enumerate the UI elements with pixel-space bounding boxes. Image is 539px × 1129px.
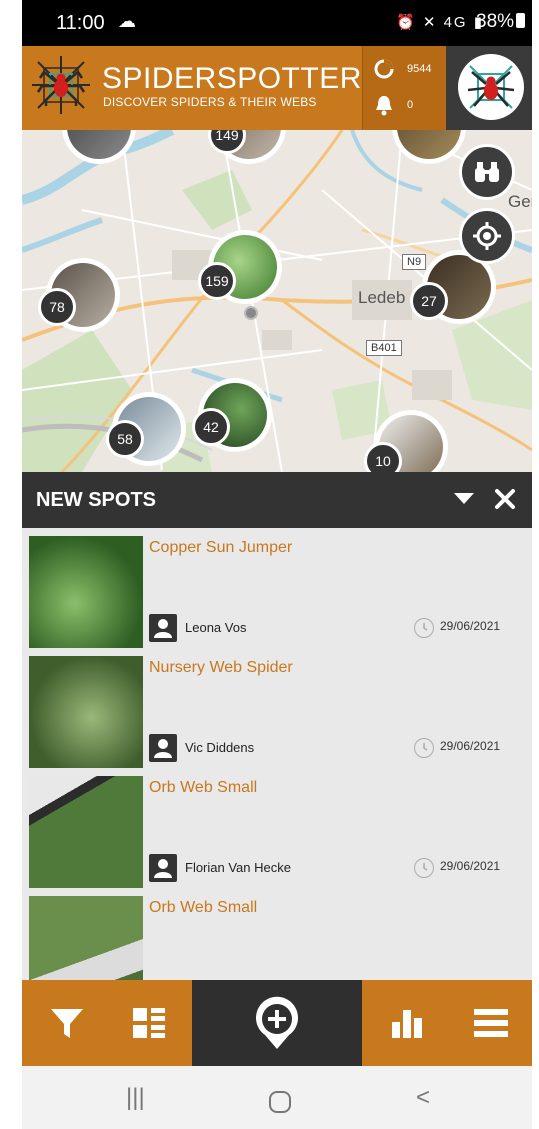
- spot-thumbnail[interactable]: [29, 656, 143, 768]
- add-spot-panel: [192, 980, 362, 1066]
- bottom-nav: [22, 980, 532, 1066]
- spot-name[interactable]: Copper Sun Jumper: [149, 539, 292, 557]
- spot-date: 29/06/2021: [440, 619, 501, 633]
- spot-thumbnail[interactable]: [29, 776, 143, 888]
- spider-logo-icon[interactable]: [28, 52, 94, 118]
- spots-count: 9544: [407, 63, 432, 75]
- statistics-icon: [392, 1010, 422, 1038]
- menu-button[interactable]: [468, 980, 514, 1066]
- list-view-icon: [133, 1008, 165, 1038]
- panel-title: NEW SPOTS: [36, 489, 157, 511]
- map-place-label: Ledeb: [358, 288, 406, 307]
- binoculars-icon: [475, 162, 499, 182]
- battery-indicator: 38%: [476, 11, 526, 33]
- binoculars-button[interactable]: [459, 144, 515, 200]
- cluster-photo: [67, 130, 131, 159]
- counters-box[interactable]: 9544 0: [362, 46, 446, 130]
- map-view[interactable]: Ledeb Gent N9 B401 149 159 78 27: [22, 130, 532, 472]
- cluster-count-badge[interactable]: 10: [364, 442, 402, 472]
- list-item[interactable]: Copper Sun Jumper Leona Vos 29/06/2021: [22, 528, 532, 648]
- back-button[interactable]: <: [416, 1084, 430, 1112]
- map-place-label-2: Gent: [508, 192, 532, 211]
- clock-icon: [414, 858, 434, 878]
- spot-thumbnail[interactable]: [29, 536, 143, 648]
- list-item[interactable]: Orb Web Small: [22, 888, 532, 980]
- app-title: SPIDERSPOTTER: [102, 62, 362, 95]
- cluster-photo: [397, 130, 461, 159]
- list-view-button[interactable]: [126, 980, 172, 1066]
- cluster-count-badge[interactable]: 27: [410, 282, 448, 320]
- app-subtitle: DISCOVER SPIDERS & THEIR WEBS: [103, 95, 317, 109]
- new-spots-list[interactable]: Copper Sun Jumper Leona Vos 29/06/2021 N…: [22, 528, 532, 980]
- cloud-sun-icon: ☁: [118, 11, 136, 31]
- cluster-count-badge[interactable]: 58: [106, 420, 144, 458]
- list-item[interactable]: Orb Web Small Florian Van Hecke 29/06/20…: [22, 768, 532, 888]
- crosshair-icon: [473, 222, 501, 250]
- user-icon: [149, 734, 177, 762]
- notifications-count: 0: [407, 99, 414, 111]
- notifications-counter: 0: [373, 92, 413, 118]
- spots-counter: 9544: [373, 56, 431, 82]
- cluster-count-badge[interactable]: 78: [38, 288, 76, 326]
- profile-button[interactable]: [446, 46, 532, 130]
- profile-spider-icon: [467, 65, 515, 109]
- spot-name[interactable]: Nursery Web Spider: [149, 659, 293, 677]
- location-dot: [244, 306, 258, 320]
- locate-me-button[interactable]: [459, 208, 515, 264]
- new-spots-header: NEW SPOTS: [22, 472, 532, 528]
- battery-icon: [516, 13, 526, 28]
- bell-icon: [376, 96, 392, 116]
- spot-user[interactable]: Vic Diddens: [185, 740, 254, 755]
- road-sign-n9: N9: [402, 254, 427, 270]
- statistics-button[interactable]: [384, 980, 430, 1066]
- spot-name[interactable]: Orb Web Small: [149, 899, 257, 917]
- spot-user[interactable]: Leona Vos: [185, 620, 246, 635]
- network-label: 4G: [443, 14, 468, 31]
- menu-icon: [474, 1009, 508, 1037]
- spots-ring-icon: [374, 59, 394, 79]
- home-button[interactable]: [268, 1090, 292, 1114]
- clock-icon: [414, 618, 434, 638]
- app-header: SPIDERSPOTTER DISCOVER SPIDERS & THEIR W…: [22, 46, 532, 130]
- cluster-count-badge[interactable]: 42: [192, 408, 230, 446]
- recent-apps-button[interactable]: |||: [126, 1084, 145, 1112]
- filter-button[interactable]: [42, 980, 92, 1066]
- collapse-icon[interactable]: [452, 490, 476, 506]
- cluster-count-badge[interactable]: 159: [198, 262, 236, 300]
- user-icon: [149, 854, 177, 882]
- spot-date: 29/06/2021: [440, 859, 501, 873]
- list-item[interactable]: Nursery Web Spider Vic Diddens 29/06/202…: [22, 648, 532, 768]
- filter-icon: [51, 1009, 83, 1038]
- spot-name[interactable]: Orb Web Small: [149, 779, 257, 797]
- add-spot-icon: [256, 996, 298, 1049]
- spot-date: 29/06/2021: [440, 739, 501, 753]
- spot-thumbnail[interactable]: [29, 896, 143, 980]
- status-bar: 11:00 ☁ ⏰ ✕ 4G ▮ 38%: [22, 0, 532, 46]
- close-icon[interactable]: [492, 486, 518, 512]
- spot-user[interactable]: Florian Van Hecke: [185, 860, 291, 875]
- add-spot-button[interactable]: [192, 980, 362, 1066]
- user-icon: [149, 614, 177, 642]
- avatar[interactable]: [458, 54, 524, 120]
- status-time: 11:00: [56, 12, 105, 34]
- road-sign-b401: B401: [366, 340, 402, 356]
- app-screen: 11:00 ☁ ⏰ ✕ 4G ▮ 38% SPIDERSPOTTER DISCO…: [22, 0, 532, 1129]
- clock-icon: [414, 738, 434, 758]
- status-icons: ⏰ ✕ 4G ▮: [396, 14, 485, 31]
- android-nav-bar: ||| <: [22, 1066, 532, 1129]
